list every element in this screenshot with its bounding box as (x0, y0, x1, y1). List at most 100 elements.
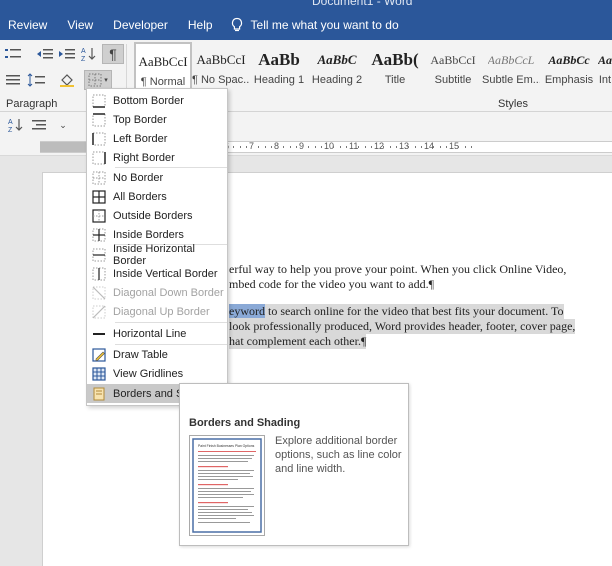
ruler-tick (314, 146, 316, 148)
menu-item-label: Inside Borders (113, 228, 184, 241)
svg-text:A: A (8, 119, 13, 126)
inside-borders-icon (92, 228, 106, 241)
ruler-tick (414, 146, 416, 148)
borders-and-shading-icon (93, 387, 105, 400)
menu-top-border[interactable]: Top Border (87, 110, 227, 129)
ruler-tick (233, 146, 235, 148)
style-sample: AaBbCcL (487, 52, 535, 67)
borders-button[interactable]: ▾ (84, 70, 112, 90)
show-formatting-marks-icon[interactable]: ¶ (102, 44, 124, 64)
menu-item-label: Left Border (113, 132, 168, 145)
menu-horizontal-line[interactable]: Horizontal Line (87, 324, 227, 343)
menu-item-label: Right Border (113, 151, 175, 164)
style-sample: AaBb (258, 50, 300, 69)
menu-draw-table[interactable]: Draw Table (87, 345, 227, 364)
tell-me-search[interactable]: Tell me what you want to do (229, 17, 399, 33)
style-sample: AaBbCcI (430, 52, 476, 67)
style-intense-emphasis[interactable]: Aa Int (598, 42, 612, 92)
align-justify-icon[interactable] (2, 70, 24, 90)
ruler-margin (40, 142, 86, 152)
ruler-tick (345, 146, 347, 148)
menu-item-label: Outside Borders (113, 209, 193, 222)
increase-indent-icon[interactable] (56, 44, 78, 64)
style-heading-2[interactable]: AaBbC Heading 2 (308, 42, 366, 92)
style-name: Int (598, 74, 612, 86)
menu-inside-vertical-border[interactable]: Inside Vertical Border (87, 264, 227, 283)
numbering-icon[interactable] (2, 44, 24, 64)
style-subtle-emphasis[interactable]: AaBbCcL Subtle Em... (482, 42, 540, 92)
ruler-tick (339, 146, 341, 148)
title-bar: Document1 - Word Review View Developer H… (0, 0, 612, 40)
menu-right-border[interactable]: Right Border (87, 148, 227, 167)
menu-bottom-border[interactable]: Bottom Border (87, 91, 227, 110)
menu-view-gridlines[interactable]: View Gridlines (87, 364, 227, 383)
doc-line: erful way to help you prove your point. … (229, 262, 567, 276)
draw-table-icon (92, 347, 106, 362)
style-heading-1[interactable]: AaBb Heading 1 (250, 42, 308, 92)
menu-left-border[interactable]: Left Border (87, 129, 227, 148)
ruler-tick (408, 146, 410, 148)
styles-group-label: Styles (498, 98, 528, 110)
menu-all-borders[interactable]: All Borders (87, 187, 227, 206)
menu-item-label: Horizontal Line (113, 327, 187, 340)
style-sample: AaBbCcI (138, 54, 188, 69)
style-subtitle[interactable]: AaBbCcI Subtitle (424, 42, 482, 92)
doc-line: mbed code for the video you want to add.… (229, 277, 435, 291)
style-name: Emphasis (544, 74, 594, 86)
top-border-icon (92, 112, 106, 126)
tooltip-description: Explore additional border options, such … (275, 435, 402, 475)
style-sample: AaBbC (317, 52, 357, 67)
ruler-number: 11 (349, 141, 359, 151)
menu-item-label: Top Border (113, 113, 167, 126)
ruler-tick (439, 146, 441, 148)
menu-inside-horizontal-border[interactable]: Inside Horizontal Border (87, 243, 227, 267)
ruler-tick (289, 146, 291, 148)
doc-line-selected: eyword to search online for the video th… (229, 304, 564, 319)
svg-text:Z: Z (8, 127, 13, 133)
style-name: Heading 2 (311, 74, 363, 86)
line-spacing-icon[interactable] (26, 70, 48, 90)
ruler-tick (358, 146, 360, 148)
ruler-tick (395, 146, 397, 148)
left-border-icon (92, 132, 106, 145)
outline-icon[interactable] (28, 115, 50, 135)
style-emphasis[interactable]: AaBbCc Emphasis (540, 42, 598, 92)
ruler-tick (333, 146, 335, 148)
tooltip-thumbnail: Paint Finish Businesses Plan Options (189, 435, 265, 536)
outside-borders-icon (92, 208, 106, 223)
style-sample: AaBbCcI (196, 52, 246, 67)
style-normal[interactable]: AaBbCcI ¶ Normal (134, 42, 192, 92)
menu-outside-borders[interactable]: Outside Borders (87, 206, 227, 225)
style-sample: AaBb( (371, 50, 419, 69)
styles-gallery: AaBbCcI ¶ Normal AaBbCcI ¶ No Spac... Aa… (134, 42, 612, 94)
menu-item-label: Diagonal Down Border (113, 286, 224, 299)
lightbulb-icon (231, 17, 242, 32)
sort-icon[interactable]: AZ (78, 44, 100, 64)
window-title: Document1 - Word (312, 0, 413, 8)
ruler-tick (420, 146, 422, 148)
tooltip-title: Borders and Shading (189, 417, 301, 429)
menu-view[interactable]: View (57, 18, 103, 32)
ruler-number: 7 (249, 141, 255, 151)
borders-icon (88, 73, 102, 87)
bottom-border-icon (92, 94, 106, 108)
style-title[interactable]: AaBb( Title (366, 42, 424, 92)
menu-help[interactable]: Help (178, 18, 223, 32)
style-no-spacing[interactable]: AaBbCcI ¶ No Spac... (192, 42, 250, 92)
menu-no-border[interactable]: No Border (87, 168, 227, 187)
right-border-icon (92, 151, 106, 164)
ruler-tick (464, 146, 466, 148)
ruler-tick (308, 146, 310, 148)
decrease-indent-icon[interactable] (34, 44, 56, 64)
horizontal-line-icon (93, 332, 105, 335)
ruler-tick (320, 146, 322, 148)
shading-icon[interactable] (58, 70, 80, 90)
inside-horizontal-border-icon (92, 248, 106, 261)
sort-ascending-icon[interactable]: AZ (4, 115, 26, 135)
menu-developer[interactable]: Developer (103, 18, 178, 32)
customize-toolbar-icon[interactable]: ⌄ (52, 115, 74, 135)
menu-inside-borders[interactable]: Inside Borders (87, 225, 227, 244)
menu-review[interactable]: Review (0, 18, 57, 32)
style-sample: AaBbCc (548, 52, 590, 67)
selected-keyword: eyword (229, 304, 265, 318)
